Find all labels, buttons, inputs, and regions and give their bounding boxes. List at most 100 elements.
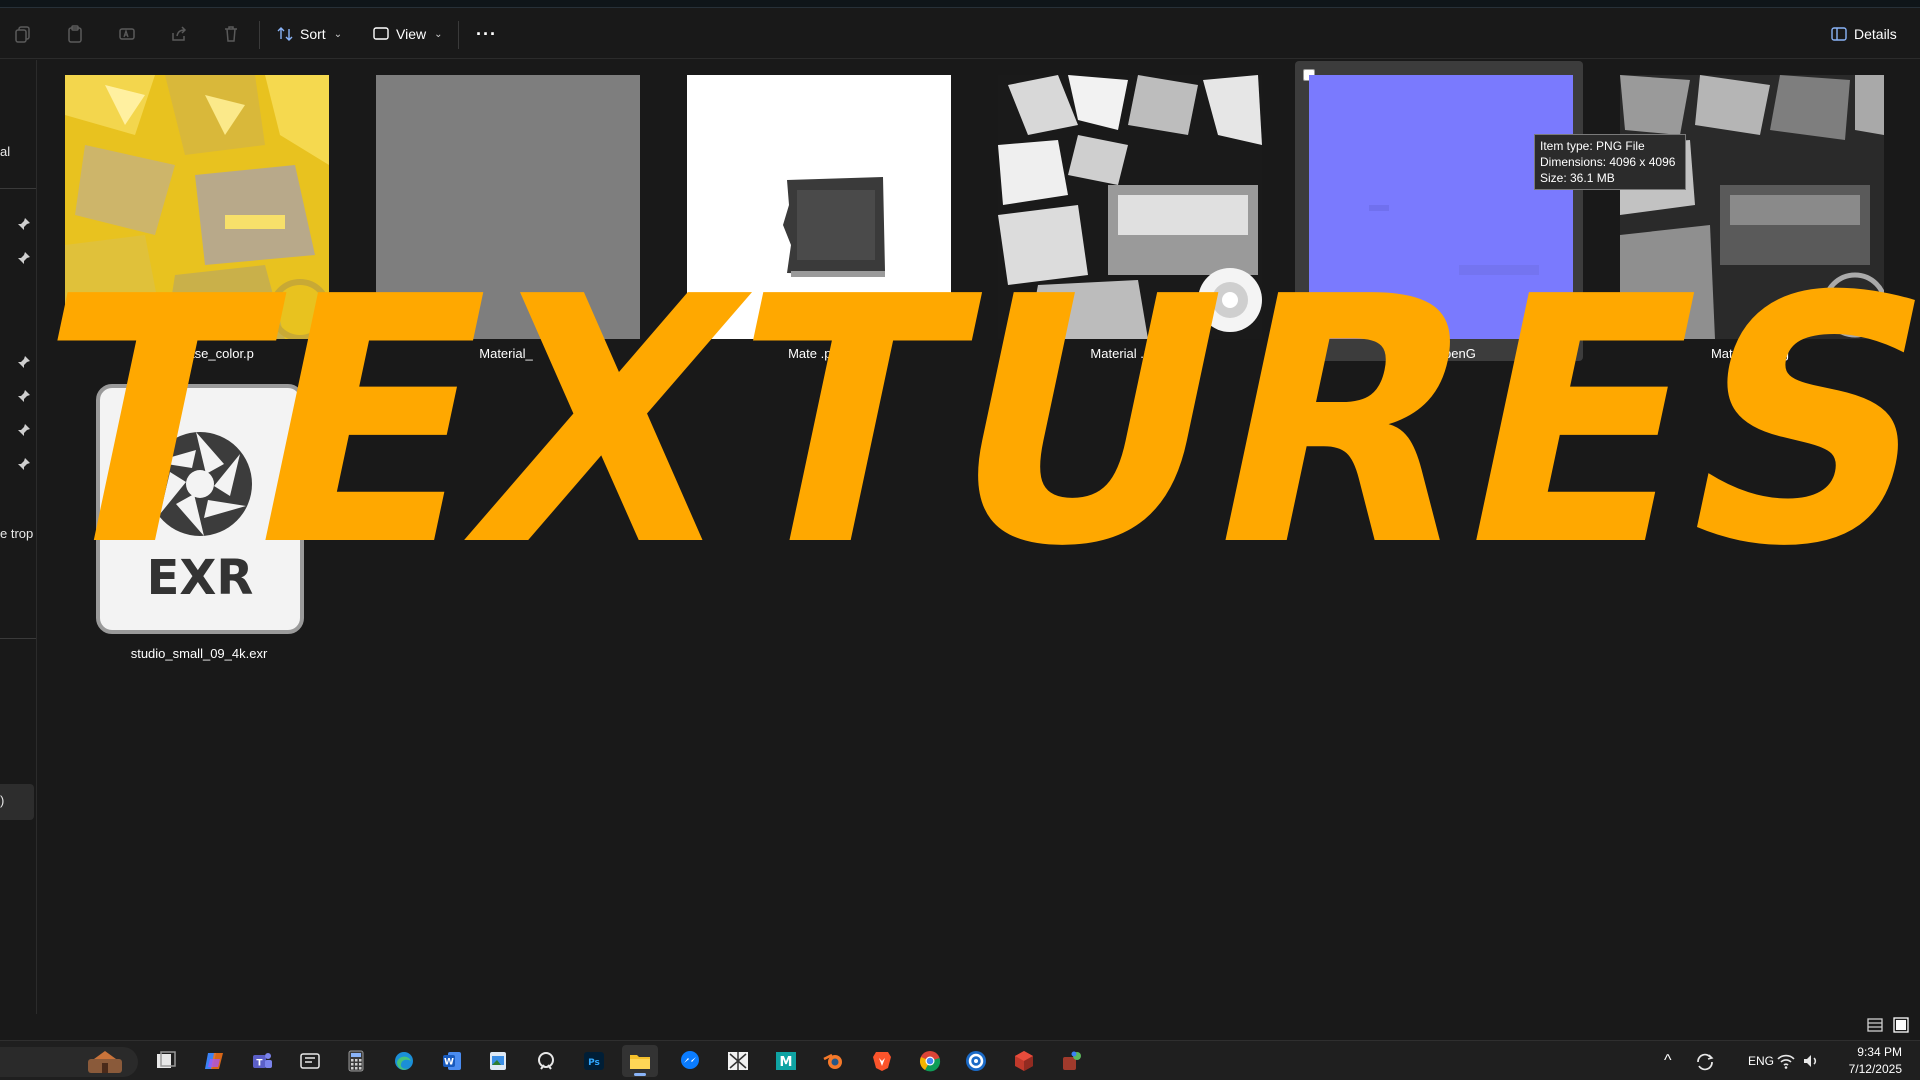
- thumbnail-gray: [376, 75, 640, 339]
- pin-icon: [18, 458, 30, 470]
- file-name: studio_small_09_4k.exr: [130, 646, 268, 661]
- view-button[interactable]: View ⌄: [366, 19, 448, 49]
- tooltip-dimensions: Dimensions: 4096 x 4096: [1540, 155, 1676, 169]
- exr-file-icon[interactable]: EXR: [96, 384, 304, 634]
- details-label: Details: [1854, 26, 1897, 42]
- exr-badge: EXR: [147, 550, 254, 606]
- share-icon[interactable]: [164, 19, 194, 49]
- teams-icon[interactable]: T: [244, 1045, 280, 1077]
- tooltip-size: Size: 36.1 MB: [1540, 171, 1615, 185]
- zbrush-icon[interactable]: [720, 1045, 756, 1077]
- sort-icon: [277, 27, 293, 41]
- command-bar: Sort ⌄ View ⌄ ··· Details: [0, 9, 1920, 59]
- taskbar: T W Ps M ^ ENG 9:34 PM 7/12/2025: [0, 1040, 1920, 1080]
- thumbnail-normal-map: [1309, 75, 1573, 339]
- nav-item-label[interactable]: al: [0, 144, 10, 159]
- pin-icon: [18, 424, 30, 436]
- chevron-down-icon: ⌄: [434, 28, 443, 40]
- pin-icon: [18, 390, 30, 402]
- file-tile[interactable]: Mate ess.png: [1606, 61, 1894, 361]
- steam-icon[interactable]: [958, 1045, 994, 1077]
- thumbnail-roughness: [1620, 75, 1884, 339]
- task-view-icon[interactable]: [148, 1045, 184, 1077]
- svg-text:Ps: Ps: [588, 1058, 600, 1068]
- file-tile[interactable]: Material_: [362, 61, 650, 361]
- weather-widget-icon: [88, 1051, 122, 1073]
- maya-icon[interactable]: M: [768, 1045, 804, 1077]
- clock-time: 9:34 PM: [1857, 1045, 1902, 1059]
- paste-icon[interactable]: [60, 19, 90, 49]
- aperture-icon: [148, 432, 252, 536]
- wifi-icon[interactable]: [1776, 1052, 1796, 1070]
- pin-icon: [18, 218, 30, 230]
- thumbnail-mask: [687, 75, 951, 339]
- file-tile[interactable]: aterial_Base_color.p: [51, 61, 339, 361]
- pin-icon: [18, 252, 30, 264]
- delete-icon[interactable]: [216, 19, 246, 49]
- toolbar-separator: [458, 21, 459, 49]
- 3d-app-icon[interactable]: [1006, 1045, 1042, 1077]
- clock-date: 7/12/2025: [1848, 1062, 1902, 1076]
- word-icon[interactable]: W: [434, 1045, 470, 1077]
- snipping-tool-icon[interactable]: [292, 1045, 328, 1077]
- details-view-icon[interactable]: [1866, 1016, 1884, 1034]
- file-tile-selected[interactable]: M al_OpenG: [1295, 61, 1583, 361]
- file-list-area: aterial_Base_color.p Material_ Mate .png: [38, 60, 1920, 1014]
- nav-separator: [0, 188, 36, 189]
- file-name: Mate ess.png: [1710, 346, 1790, 361]
- rename-icon[interactable]: [112, 19, 142, 49]
- chevron-up-icon[interactable]: ^: [1664, 1052, 1672, 1070]
- view-icon: [373, 27, 389, 40]
- svg-text:M: M: [780, 1055, 793, 1070]
- file-name: aterial_Base_color.p: [136, 346, 254, 361]
- brave-icon[interactable]: [864, 1045, 900, 1077]
- tooltip-item-type: Item type: PNG File: [1540, 139, 1645, 153]
- messenger-icon[interactable]: [672, 1045, 708, 1077]
- substance-icon[interactable]: [1054, 1045, 1090, 1077]
- view-label: View: [396, 26, 427, 42]
- sync-icon[interactable]: [1694, 1051, 1716, 1073]
- copy-icon[interactable]: [8, 19, 38, 49]
- file-tile[interactable]: Material .png: [984, 61, 1272, 361]
- chrome-icon[interactable]: [912, 1045, 948, 1077]
- volume-icon[interactable]: [1802, 1052, 1820, 1070]
- toolbar-separator: [259, 21, 260, 49]
- sort-label: Sort: [300, 26, 326, 42]
- file-name: Mate .png: [788, 346, 846, 361]
- file-tile[interactable]: Mate .png: [673, 61, 961, 361]
- copilot-icon[interactable]: [196, 1045, 232, 1077]
- taskbar-widget[interactable]: [0, 1047, 138, 1077]
- search-app-icon[interactable]: [528, 1045, 564, 1077]
- nav-separator: [0, 638, 36, 639]
- calculator-icon[interactable]: [338, 1045, 374, 1077]
- details-pane-icon: [1831, 27, 1847, 41]
- nav-item-label: ): [0, 793, 5, 808]
- svg-text:W: W: [444, 1058, 454, 1068]
- file-explorer-icon[interactable]: [622, 1045, 658, 1077]
- thumbnail-ambient-occlusion: [998, 75, 1262, 339]
- file-name: M al_OpenG: [1402, 346, 1476, 361]
- language-indicator[interactable]: ENG: [1748, 1054, 1774, 1068]
- svg-text:T: T: [256, 1059, 263, 1069]
- pin-icon: [18, 356, 30, 368]
- file-name: Material .png: [1090, 346, 1166, 361]
- thumbnail-base-color: [65, 75, 329, 339]
- more-icon: ···: [476, 23, 497, 44]
- photos-icon[interactable]: [480, 1045, 516, 1077]
- view-mode-toggle: [1866, 1016, 1910, 1034]
- sort-button[interactable]: Sort ⌄: [270, 19, 348, 49]
- file-name: Material_: [479, 346, 533, 361]
- edge-icon[interactable]: [386, 1045, 422, 1077]
- clock[interactable]: 9:34 PM 7/12/2025: [1849, 1044, 1902, 1078]
- photoshop-icon[interactable]: Ps: [576, 1045, 612, 1077]
- file-info-tooltip: Item type: PNG File Dimensions: 4096 x 4…: [1534, 134, 1686, 190]
- navigation-pane: al e trop ): [0, 60, 37, 1014]
- window-top-strip: [0, 0, 1920, 8]
- nav-item-selected[interactable]: ): [0, 784, 34, 820]
- blender-icon[interactable]: [816, 1045, 852, 1077]
- more-options-button[interactable]: ···: [470, 19, 503, 49]
- chevron-down-icon: ⌄: [333, 28, 343, 40]
- large-icons-view-icon[interactable]: [1892, 1016, 1910, 1034]
- details-button[interactable]: Details: [1824, 19, 1903, 49]
- nav-item-label[interactable]: e trop: [0, 526, 33, 541]
